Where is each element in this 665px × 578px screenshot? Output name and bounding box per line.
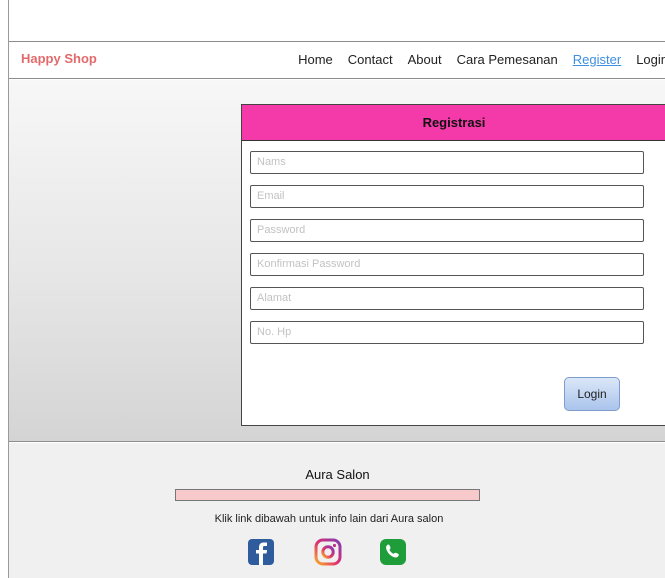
login-button[interactable]: Login: [564, 377, 620, 411]
confirm-password-field[interactable]: Konfirmasi Password: [250, 253, 644, 276]
main-nav: Home Contact About Cara Pemesanan Regist…: [283, 52, 665, 67]
navbar: Happy Shop Home Contact About Cara Pemes…: [9, 43, 665, 79]
nav-register[interactable]: Register: [573, 52, 621, 67]
footer: Aura Salon Klik link dibawah untuk info …: [9, 443, 665, 578]
whatsapp-icon[interactable]: [379, 538, 407, 566]
facebook-icon[interactable]: [247, 538, 275, 566]
instagram-icon[interactable]: [314, 538, 342, 566]
brand-logo[interactable]: Happy Shop: [21, 51, 97, 66]
footer-divider-bar: [175, 489, 480, 501]
nav-cara-pemesanan[interactable]: Cara Pemesanan: [457, 52, 558, 67]
email-field[interactable]: Email: [250, 185, 644, 208]
main-content: Registrasi Nams Email Password Konfirmas…: [9, 80, 665, 442]
nav-contact[interactable]: Contact: [348, 52, 393, 67]
page-frame: Happy Shop Home Contact About Cara Pemes…: [8, 0, 665, 578]
nav-login[interactable]: Login: [636, 52, 665, 67]
top-blank-area: [9, 0, 665, 42]
footer-description: Klik link dibawah untuk info lain dari A…: [214, 513, 444, 525]
name-field[interactable]: Nams: [250, 151, 644, 174]
footer-title: Aura Salon: [305, 467, 370, 482]
registration-title: Registrasi: [242, 105, 665, 141]
address-field[interactable]: Alamat: [250, 287, 644, 310]
registration-card: Registrasi Nams Email Password Konfirmas…: [241, 104, 665, 426]
nav-home[interactable]: Home: [298, 52, 333, 67]
password-field[interactable]: Password: [250, 219, 644, 242]
nav-about[interactable]: About: [408, 52, 442, 67]
phone-field[interactable]: No. Hp: [250, 321, 644, 344]
